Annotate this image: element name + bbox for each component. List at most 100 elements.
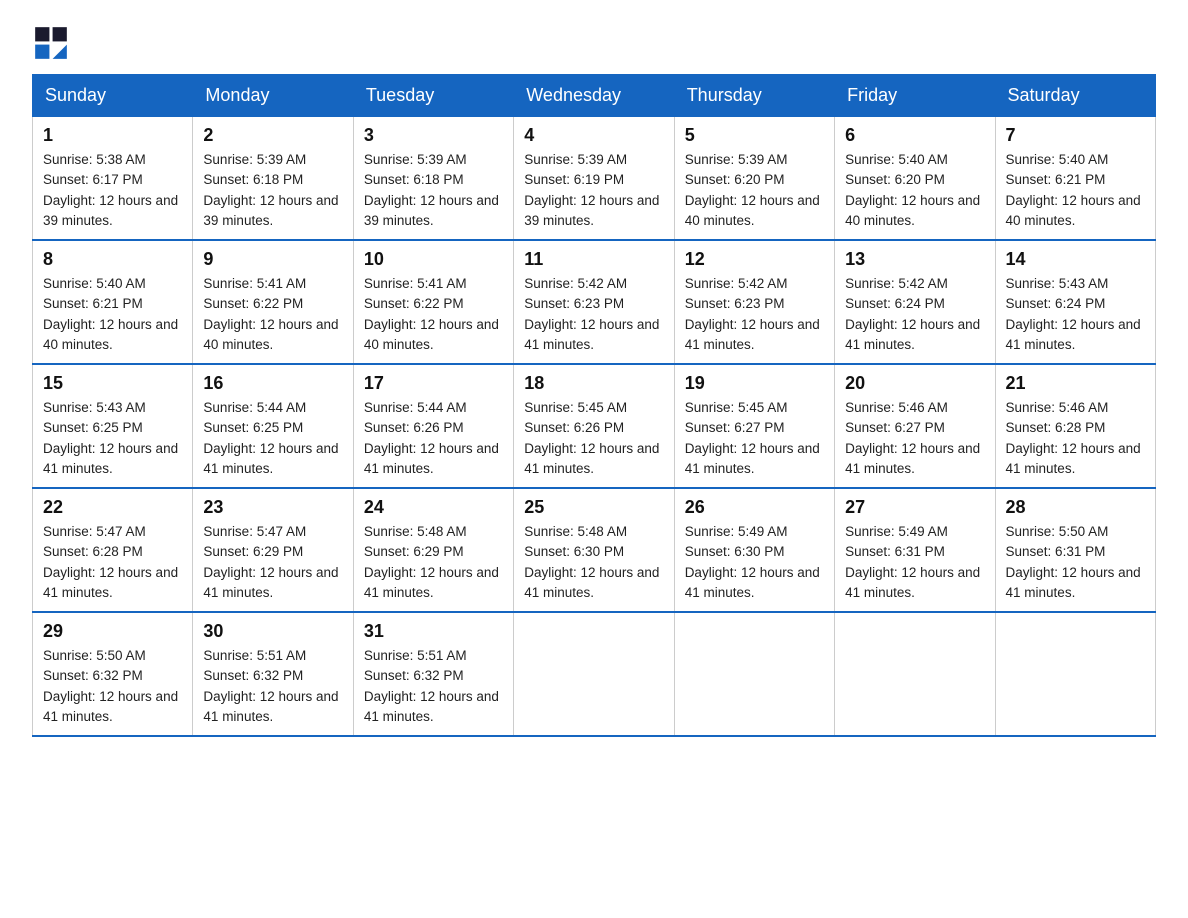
weekday-header-thursday: Thursday [674, 75, 834, 117]
calendar-cell: 31 Sunrise: 5:51 AM Sunset: 6:32 PM Dayl… [353, 612, 513, 736]
day-number: 15 [43, 373, 182, 394]
day-number: 25 [524, 497, 663, 518]
day-info: Sunrise: 5:47 AM Sunset: 6:28 PM Dayligh… [43, 522, 182, 603]
calendar-cell: 24 Sunrise: 5:48 AM Sunset: 6:29 PM Dayl… [353, 488, 513, 612]
calendar-cell [835, 612, 995, 736]
day-number: 18 [524, 373, 663, 394]
day-info: Sunrise: 5:40 AM Sunset: 6:21 PM Dayligh… [1006, 150, 1145, 231]
day-info: Sunrise: 5:39 AM Sunset: 6:18 PM Dayligh… [364, 150, 503, 231]
day-number: 7 [1006, 125, 1145, 146]
calendar-cell: 1 Sunrise: 5:38 AM Sunset: 6:17 PM Dayli… [33, 117, 193, 241]
day-number: 30 [203, 621, 342, 642]
day-info: Sunrise: 5:50 AM Sunset: 6:31 PM Dayligh… [1006, 522, 1145, 603]
calendar-cell: 30 Sunrise: 5:51 AM Sunset: 6:32 PM Dayl… [193, 612, 353, 736]
calendar-cell: 6 Sunrise: 5:40 AM Sunset: 6:20 PM Dayli… [835, 117, 995, 241]
weekday-header-monday: Monday [193, 75, 353, 117]
day-info: Sunrise: 5:44 AM Sunset: 6:25 PM Dayligh… [203, 398, 342, 479]
day-info: Sunrise: 5:41 AM Sunset: 6:22 PM Dayligh… [364, 274, 503, 355]
calendar-cell: 23 Sunrise: 5:47 AM Sunset: 6:29 PM Dayl… [193, 488, 353, 612]
day-number: 19 [685, 373, 824, 394]
calendar-cell: 17 Sunrise: 5:44 AM Sunset: 6:26 PM Dayl… [353, 364, 513, 488]
day-number: 20 [845, 373, 984, 394]
day-info: Sunrise: 5:39 AM Sunset: 6:18 PM Dayligh… [203, 150, 342, 231]
day-number: 16 [203, 373, 342, 394]
calendar-cell: 19 Sunrise: 5:45 AM Sunset: 6:27 PM Dayl… [674, 364, 834, 488]
logo [32, 24, 76, 62]
day-info: Sunrise: 5:43 AM Sunset: 6:24 PM Dayligh… [1006, 274, 1145, 355]
weekday-header-wednesday: Wednesday [514, 75, 674, 117]
day-info: Sunrise: 5:45 AM Sunset: 6:26 PM Dayligh… [524, 398, 663, 479]
day-number: 22 [43, 497, 182, 518]
day-info: Sunrise: 5:39 AM Sunset: 6:19 PM Dayligh… [524, 150, 663, 231]
calendar-week-1: 1 Sunrise: 5:38 AM Sunset: 6:17 PM Dayli… [33, 117, 1156, 241]
day-number: 21 [1006, 373, 1145, 394]
day-number: 9 [203, 249, 342, 270]
day-number: 3 [364, 125, 503, 146]
calendar-cell [674, 612, 834, 736]
calendar-cell: 9 Sunrise: 5:41 AM Sunset: 6:22 PM Dayli… [193, 240, 353, 364]
day-info: Sunrise: 5:47 AM Sunset: 6:29 PM Dayligh… [203, 522, 342, 603]
calendar-cell: 16 Sunrise: 5:44 AM Sunset: 6:25 PM Dayl… [193, 364, 353, 488]
calendar-cell: 20 Sunrise: 5:46 AM Sunset: 6:27 PM Dayl… [835, 364, 995, 488]
day-number: 17 [364, 373, 503, 394]
day-info: Sunrise: 5:38 AM Sunset: 6:17 PM Dayligh… [43, 150, 182, 231]
day-info: Sunrise: 5:40 AM Sunset: 6:21 PM Dayligh… [43, 274, 182, 355]
day-info: Sunrise: 5:49 AM Sunset: 6:30 PM Dayligh… [685, 522, 824, 603]
calendar: SundayMondayTuesdayWednesdayThursdayFrid… [32, 74, 1156, 737]
day-info: Sunrise: 5:41 AM Sunset: 6:22 PM Dayligh… [203, 274, 342, 355]
day-info: Sunrise: 5:50 AM Sunset: 6:32 PM Dayligh… [43, 646, 182, 727]
calendar-cell: 28 Sunrise: 5:50 AM Sunset: 6:31 PM Dayl… [995, 488, 1155, 612]
calendar-cell [514, 612, 674, 736]
day-info: Sunrise: 5:51 AM Sunset: 6:32 PM Dayligh… [364, 646, 503, 727]
day-number: 26 [685, 497, 824, 518]
day-number: 5 [685, 125, 824, 146]
day-info: Sunrise: 5:45 AM Sunset: 6:27 PM Dayligh… [685, 398, 824, 479]
calendar-cell: 14 Sunrise: 5:43 AM Sunset: 6:24 PM Dayl… [995, 240, 1155, 364]
day-number: 13 [845, 249, 984, 270]
calendar-cell: 21 Sunrise: 5:46 AM Sunset: 6:28 PM Dayl… [995, 364, 1155, 488]
day-number: 12 [685, 249, 824, 270]
day-number: 14 [1006, 249, 1145, 270]
calendar-cell: 11 Sunrise: 5:42 AM Sunset: 6:23 PM Dayl… [514, 240, 674, 364]
calendar-cell: 10 Sunrise: 5:41 AM Sunset: 6:22 PM Dayl… [353, 240, 513, 364]
day-number: 31 [364, 621, 503, 642]
day-number: 1 [43, 125, 182, 146]
calendar-cell: 2 Sunrise: 5:39 AM Sunset: 6:18 PM Dayli… [193, 117, 353, 241]
calendar-cell: 15 Sunrise: 5:43 AM Sunset: 6:25 PM Dayl… [33, 364, 193, 488]
day-number: 4 [524, 125, 663, 146]
day-info: Sunrise: 5:42 AM Sunset: 6:23 PM Dayligh… [524, 274, 663, 355]
day-number: 27 [845, 497, 984, 518]
calendar-cell: 25 Sunrise: 5:48 AM Sunset: 6:30 PM Dayl… [514, 488, 674, 612]
calendar-header: SundayMondayTuesdayWednesdayThursdayFrid… [33, 75, 1156, 117]
weekday-header-tuesday: Tuesday [353, 75, 513, 117]
calendar-cell: 29 Sunrise: 5:50 AM Sunset: 6:32 PM Dayl… [33, 612, 193, 736]
calendar-cell: 5 Sunrise: 5:39 AM Sunset: 6:20 PM Dayli… [674, 117, 834, 241]
day-info: Sunrise: 5:42 AM Sunset: 6:24 PM Dayligh… [845, 274, 984, 355]
calendar-cell: 3 Sunrise: 5:39 AM Sunset: 6:18 PM Dayli… [353, 117, 513, 241]
calendar-cell [995, 612, 1155, 736]
calendar-cell: 27 Sunrise: 5:49 AM Sunset: 6:31 PM Dayl… [835, 488, 995, 612]
calendar-week-2: 8 Sunrise: 5:40 AM Sunset: 6:21 PM Dayli… [33, 240, 1156, 364]
day-info: Sunrise: 5:43 AM Sunset: 6:25 PM Dayligh… [43, 398, 182, 479]
day-info: Sunrise: 5:44 AM Sunset: 6:26 PM Dayligh… [364, 398, 503, 479]
day-number: 23 [203, 497, 342, 518]
calendar-cell: 4 Sunrise: 5:39 AM Sunset: 6:19 PM Dayli… [514, 117, 674, 241]
calendar-week-4: 22 Sunrise: 5:47 AM Sunset: 6:28 PM Dayl… [33, 488, 1156, 612]
day-info: Sunrise: 5:48 AM Sunset: 6:29 PM Dayligh… [364, 522, 503, 603]
calendar-cell: 26 Sunrise: 5:49 AM Sunset: 6:30 PM Dayl… [674, 488, 834, 612]
header [32, 24, 1156, 62]
day-number: 11 [524, 249, 663, 270]
calendar-cell: 7 Sunrise: 5:40 AM Sunset: 6:21 PM Dayli… [995, 117, 1155, 241]
weekday-header-friday: Friday [835, 75, 995, 117]
calendar-cell: 13 Sunrise: 5:42 AM Sunset: 6:24 PM Dayl… [835, 240, 995, 364]
logo-icon [32, 24, 70, 62]
calendar-cell: 12 Sunrise: 5:42 AM Sunset: 6:23 PM Dayl… [674, 240, 834, 364]
day-number: 10 [364, 249, 503, 270]
calendar-cell: 22 Sunrise: 5:47 AM Sunset: 6:28 PM Dayl… [33, 488, 193, 612]
day-info: Sunrise: 5:48 AM Sunset: 6:30 PM Dayligh… [524, 522, 663, 603]
day-number: 28 [1006, 497, 1145, 518]
day-number: 29 [43, 621, 182, 642]
day-info: Sunrise: 5:40 AM Sunset: 6:20 PM Dayligh… [845, 150, 984, 231]
calendar-cell: 18 Sunrise: 5:45 AM Sunset: 6:26 PM Dayl… [514, 364, 674, 488]
day-info: Sunrise: 5:39 AM Sunset: 6:20 PM Dayligh… [685, 150, 824, 231]
